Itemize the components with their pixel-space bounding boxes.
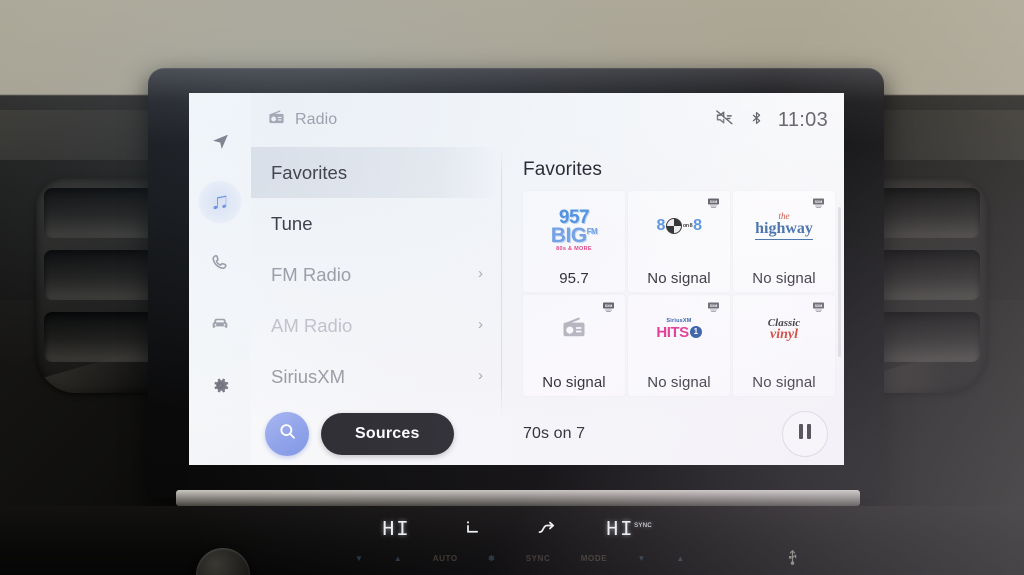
favorite-tile-the-highway[interactable]: SXM the highway No signal xyxy=(733,191,835,292)
music-note-icon xyxy=(210,192,231,213)
volume-muted-icon[interactable] xyxy=(714,107,735,133)
infotainment-screen[interactable]: Radio 11:03 Favorites Tune FM Radio › AM… xyxy=(189,93,844,465)
station-logo-80s-on-8: 8 on 8 8 xyxy=(628,191,730,261)
search-icon xyxy=(277,421,298,447)
vertical-divider xyxy=(501,147,502,419)
bottom-left-controls: Sources xyxy=(251,412,501,456)
favorites-grid: 957 BIGFM 80s & MORE 95.7 SXM 8 on 8 8 N… xyxy=(523,191,835,396)
car-icon xyxy=(209,313,231,335)
chevron-right-icon: › xyxy=(478,265,483,282)
airflow-feet-icon xyxy=(458,518,488,543)
menu-item-am-radio[interactable]: AM Radio › xyxy=(251,300,501,351)
menu-item-tune[interactable]: Tune xyxy=(251,198,501,249)
mode-button[interactable]: MODE xyxy=(581,554,607,563)
vent-slat xyxy=(44,188,163,238)
car-dashboard-scene: Radio 11:03 Favorites Tune FM Radio › AM… xyxy=(0,0,1024,575)
app-rail xyxy=(189,93,251,465)
now-playing-label: 70s on 7 xyxy=(523,425,586,442)
auto-button[interactable]: AUTO xyxy=(433,554,458,563)
favorite-tile-generic-radio[interactable]: SXM No signal xyxy=(523,295,625,396)
logo-text-sub: on 8 xyxy=(682,223,693,229)
tile-caption: No signal xyxy=(647,270,711,287)
logo-text-sup: FM xyxy=(586,226,598,236)
menu-item-label: Favorites xyxy=(271,161,348,183)
favorite-tile-classic-vinyl[interactable]: SXM Classic vinyl No signal xyxy=(733,295,835,396)
tile-caption: No signal xyxy=(752,270,816,287)
menu-item-siriusxm[interactable]: SiriusXM › xyxy=(251,351,501,402)
usb-port-icon xyxy=(775,545,809,567)
logo-tagline: 80s & MORE xyxy=(556,245,592,252)
climate-display: HI HISYNC xyxy=(372,514,662,547)
scrollbar-thumb[interactable] xyxy=(838,207,841,357)
favorites-title: Favorites xyxy=(523,159,603,180)
favorite-tile-80s-on-8[interactable]: SXM 8 on 8 8 No signal xyxy=(628,191,730,292)
menu-item-label: SiriusXM xyxy=(271,365,346,387)
phone-icon xyxy=(210,253,230,273)
climate-buttons-row: ▼ ▲ AUTO ✱ SYNC MODE ▼ ▲ xyxy=(355,554,685,563)
passenger-temp-down-button[interactable]: ▼ xyxy=(638,554,647,563)
favorites-scrollbar[interactable] xyxy=(838,207,841,443)
station-logo-classic-vinyl: Classic vinyl xyxy=(733,295,835,365)
passenger-temp-up-button[interactable]: ▲ xyxy=(676,554,685,563)
station-logo-the-highway: the highway xyxy=(733,191,835,261)
menu-item-fm-radio[interactable]: FM Radio › xyxy=(251,249,501,300)
logo-text-left: 8 xyxy=(656,217,665,234)
pause-button[interactable] xyxy=(782,411,828,457)
chevron-right-icon: › xyxy=(478,316,483,333)
navigation-arrow-icon xyxy=(210,131,231,152)
logo-text-line2: highway xyxy=(755,221,813,241)
driver-temp-value: HI xyxy=(382,519,411,542)
screen-base-trim xyxy=(176,490,860,506)
search-button[interactable] xyxy=(265,412,309,456)
favorite-tile-957-big-fm[interactable]: 957 BIGFM 80s & MORE 95.7 xyxy=(523,191,625,292)
sources-button[interactable]: Sources xyxy=(321,413,454,455)
tile-caption: No signal xyxy=(752,374,816,391)
menu-item-label: Tune xyxy=(271,212,313,234)
vent-slat xyxy=(44,250,163,300)
logo-text-line2: vinyl xyxy=(770,327,798,342)
sync-indicator: SYNC xyxy=(634,523,652,529)
pause-icon xyxy=(799,424,811,444)
climate-control-panel: HI HISYNC ▼ ▲ AUTO ✱ SYNC MODE ▼ ▲ xyxy=(0,506,1024,575)
clock: 11:03 xyxy=(777,108,828,131)
current-source-indicator[interactable]: Radio xyxy=(267,108,337,132)
logo-text-line2: BIG xyxy=(550,223,587,247)
dial-graphic xyxy=(665,218,682,234)
rail-item-phone[interactable] xyxy=(198,241,242,285)
driver-temp-down-button[interactable]: ▼ xyxy=(355,554,364,563)
rail-item-vehicle[interactable] xyxy=(198,302,242,346)
tile-caption: No signal xyxy=(647,374,711,391)
top-status-bar: Radio 11:03 xyxy=(251,93,844,147)
sync-button[interactable]: SYNC xyxy=(526,554,551,563)
favorite-tile-siriusxm-hits-1[interactable]: SXM SiriusXM HITS 1 No signal xyxy=(628,295,730,396)
menu-item-label: FM Radio xyxy=(271,263,352,285)
station-logo-placeholder xyxy=(523,295,625,365)
menu-item-label: AM Radio xyxy=(271,314,353,336)
logo-text-number: 1 xyxy=(689,326,702,339)
tile-caption: No signal xyxy=(542,374,606,391)
radio-icon xyxy=(267,108,286,132)
bottom-right-controls: 70s on 7 xyxy=(501,411,844,457)
source-label: Radio xyxy=(295,111,338,128)
fan-button[interactable]: ✱ xyxy=(488,554,495,563)
rail-item-media[interactable] xyxy=(198,180,242,224)
status-icons: 11:03 xyxy=(714,107,828,133)
tile-caption: 95.7 xyxy=(559,270,589,287)
rail-item-navigation[interactable] xyxy=(198,119,242,163)
main-content: Radio 11:03 Favorites Tune FM Radio › AM… xyxy=(251,93,844,465)
bottom-bar: Sources 70s on 7 xyxy=(251,403,844,465)
radio-icon xyxy=(560,314,588,347)
chevron-right-icon: › xyxy=(478,367,483,384)
rail-item-settings[interactable] xyxy=(198,363,242,407)
passenger-temp-value: HISYNC xyxy=(605,519,652,542)
logo-text-right: 8 xyxy=(693,217,702,234)
logo-text-line2: HITS xyxy=(656,323,689,341)
gear-icon xyxy=(210,375,231,396)
menu-item-favorites[interactable]: Favorites xyxy=(251,147,501,198)
station-logo-957-big-fm: 957 BIGFM 80s & MORE xyxy=(523,191,625,261)
airflow-face-icon xyxy=(536,518,558,543)
bluetooth-icon[interactable] xyxy=(749,108,764,133)
station-logo-siriusxm-hits-1: SiriusXM HITS 1 xyxy=(628,295,730,365)
driver-temp-up-button[interactable]: ▲ xyxy=(394,554,403,563)
